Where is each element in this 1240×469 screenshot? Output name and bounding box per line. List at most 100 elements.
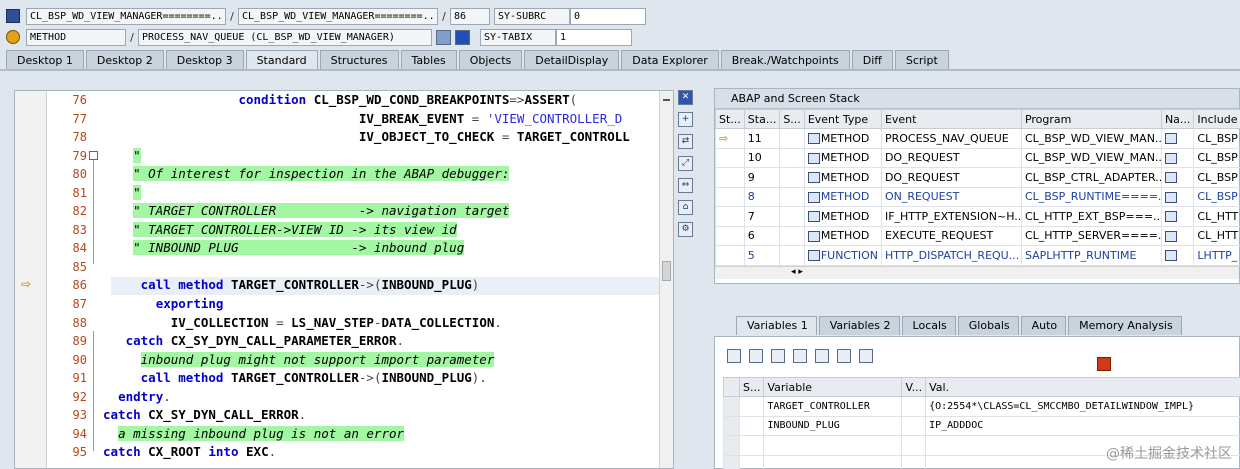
tab-desktop-2[interactable]: Desktop 2 xyxy=(85,50,164,70)
code-line[interactable]: catch CX_SY_DYN_CALL_PARAMETER_ERROR. xyxy=(103,332,659,351)
main-program-field[interactable]: CL_BSP_WD_VIEW_MANAGER========... xyxy=(26,7,226,25)
row-selector[interactable] xyxy=(723,435,740,456)
code-line[interactable]: IV_OBJECT_TO_CHECK = TARGET_CONTROLL xyxy=(103,128,659,147)
tab-script[interactable]: Script xyxy=(894,50,949,70)
stack-program[interactable]: CL_HTTP_SERVER====... xyxy=(1020,225,1162,246)
stack-row[interactable]: 5 FUNCTION HTTP_DISPATCH_REQU... SAPLHTTP_R… xyxy=(715,245,1240,266)
hierarchy-icon[interactable] xyxy=(815,349,829,363)
stack-program[interactable]: SAPLHTTP_RUNTIME xyxy=(1020,245,1162,266)
breakpoint-gutter[interactable]: ⇨ xyxy=(15,91,47,468)
code-line[interactable]: " TARGET CONTROLLER->VIEW ID -> its view… xyxy=(103,221,659,240)
tab-data-explorer[interactable]: Data Explorer xyxy=(621,50,719,70)
source-code-editor[interactable]: ⇨ 76 77 78 79 80 81 82 83 84 85 86 87 88 89 90 91 92 93 94… xyxy=(14,90,674,469)
col-variable[interactable]: Variable xyxy=(763,377,903,397)
col-v[interactable]: V... xyxy=(901,377,927,397)
col-include[interactable]: Include xyxy=(1193,109,1240,129)
navigate-icon[interactable] xyxy=(1164,230,1177,242)
export-icon[interactable] xyxy=(771,349,785,363)
tab-variables-1[interactable]: Variables 1 xyxy=(736,316,817,335)
tab-diff[interactable]: Diff xyxy=(851,50,893,70)
stack-include[interactable]: CL_BSP xyxy=(1193,128,1240,149)
tab-structures[interactable]: Structures xyxy=(319,50,399,70)
tab-desktop-1[interactable]: Desktop 1 xyxy=(6,50,84,70)
tab-detail-display[interactable]: DetailDisplay xyxy=(524,50,620,70)
include-field[interactable]: CL_BSP_WD_VIEW_MANAGER========... xyxy=(238,7,438,25)
code-line[interactable]: catch CX_ROOT into EXC. xyxy=(103,443,659,462)
stack-event[interactable]: DO_REQUEST xyxy=(880,167,1022,188)
code-line[interactable]: " INBOUND PLUG -> inbound plug xyxy=(103,239,659,258)
move-icon[interactable] xyxy=(837,349,851,363)
tab-tables[interactable]: Tables xyxy=(400,50,457,70)
maximize-icon[interactable]: ⤢ xyxy=(678,156,693,171)
stack-row[interactable]: 8 METHOD ON_REQUEST CL_BSP_RUNTIME====... CL… xyxy=(715,186,1240,207)
fold-minus-icon[interactable] xyxy=(89,151,98,160)
tab-memory-analysis[interactable]: Memory Analysis xyxy=(1068,316,1182,335)
navigate-icon[interactable] xyxy=(1164,250,1177,262)
navigate-icon[interactable] xyxy=(1164,172,1177,184)
stack-include[interactable]: CL_BSP xyxy=(1193,147,1240,168)
stack-program[interactable]: CL_BSP_CTRL_ADAPTER... xyxy=(1020,167,1162,188)
navigate-icon[interactable] xyxy=(1164,191,1177,203)
stack-event[interactable]: IF_HTTP_EXTENSION~H... xyxy=(880,206,1022,227)
code-line[interactable]: " TARGET CONTROLLER -> navigation target xyxy=(103,202,659,221)
split-icon[interactable]: ⇔ xyxy=(678,178,693,193)
col-na[interactable]: Na... xyxy=(1160,109,1195,129)
row-selector[interactable] xyxy=(723,396,740,417)
stack-event[interactable]: EXECUTE_REQUEST xyxy=(880,225,1022,246)
sy-tabix-value[interactable]: 1 xyxy=(556,28,632,46)
event-type-field[interactable]: METHOD xyxy=(26,28,126,46)
variable-value[interactable]: IP_ADDDOC xyxy=(925,415,1240,436)
code-line[interactable]: catch CX_SY_DYN_CALL_ERROR. xyxy=(103,406,659,425)
code-area[interactable]: condition CL_BSP_WD_COND_BREAKPOINTS=>AS… xyxy=(103,91,659,468)
stack-program[interactable]: CL_BSP_RUNTIME====... xyxy=(1020,186,1162,207)
stack-row[interactable]: ⇨ 11 METHOD PROCESS_NAV_QUEUE CL_BSP_WD_VIEW… xyxy=(715,128,1240,149)
code-line[interactable]: call method TARGET_CONTROLLER->(INBOUND_… xyxy=(103,369,659,388)
stack-include[interactable]: CL_HTT xyxy=(1193,225,1240,246)
stack-include[interactable]: CL_BSP xyxy=(1193,186,1240,207)
stack-event[interactable]: HTTP_DISPATCH_REQU... xyxy=(880,245,1022,266)
col-st[interactable]: St... xyxy=(715,109,745,129)
stack-include[interactable]: LHTTP_ xyxy=(1193,245,1240,266)
tab-variables-2[interactable]: Variables 2 xyxy=(818,316,900,335)
code-line[interactable]: " Of interest for inspection in the ABAP… xyxy=(103,165,659,184)
variable-name[interactable]: INBOUND_PLUG xyxy=(763,415,903,436)
services-icon[interactable]: ⌂ xyxy=(678,200,693,215)
settings-icon[interactable] xyxy=(859,349,873,363)
settings-icon[interactable]: ⚙ xyxy=(678,222,693,237)
code-line[interactable]: endtry. xyxy=(103,388,659,407)
stack-program[interactable]: CL_BSP_WD_VIEW_MAN... xyxy=(1020,147,1162,168)
code-line[interactable]: condition CL_BSP_WD_COND_BREAKPOINTS=>AS… xyxy=(103,91,659,110)
col-sta[interactable]: Sta... xyxy=(743,109,781,129)
code-line[interactable]: exporting xyxy=(103,295,659,314)
variable-row[interactable]: INBOUND_PLUG IP_ADDDOC xyxy=(723,415,1240,436)
swap-tool-icon[interactable]: ⇄ xyxy=(678,134,693,149)
stack-include[interactable]: CL_BSP xyxy=(1193,167,1240,188)
editor-vertical-scrollbar[interactable] xyxy=(659,91,673,468)
row-selector[interactable] xyxy=(723,454,740,469)
import-icon[interactable] xyxy=(749,349,763,363)
col-value[interactable]: Val. xyxy=(925,377,1240,397)
tab-breakpoints[interactable]: Break./Watchpoints xyxy=(720,50,850,70)
tab-auto[interactable]: Auto xyxy=(1020,316,1067,335)
code-line[interactable]: IV_BREAK_EVENT = 'VIEW_CONTROLLER_D xyxy=(103,110,659,129)
variable-name[interactable] xyxy=(763,454,903,469)
tab-desktop-3[interactable]: Desktop 3 xyxy=(165,50,244,70)
stack-row[interactable]: 9 METHOD DO_REQUEST CL_BSP_CTRL_ADAPTER... C… xyxy=(715,167,1240,188)
navigate-icon[interactable] xyxy=(1164,211,1177,223)
code-line[interactable]: " xyxy=(103,147,659,166)
stack-row[interactable]: 6 METHOD EXECUTE_REQUEST CL_HTTP_SERVER====… xyxy=(715,225,1240,246)
col-s[interactable]: S... xyxy=(738,377,765,397)
variable-name[interactable]: TARGET_CONTROLLER xyxy=(763,396,903,417)
stack-event[interactable]: ON_REQUEST xyxy=(880,186,1022,207)
tab-locals[interactable]: Locals xyxy=(901,316,956,335)
stack-program[interactable]: CL_HTTP_EXT_BSP===... xyxy=(1020,206,1162,227)
code-line[interactable]: IV_COLLECTION = LS_NAV_STEP-DATA_COLLECT… xyxy=(103,314,659,333)
col-event[interactable]: Event xyxy=(880,109,1022,129)
variable-value[interactable]: {O:2554*\CLASS=CL_SMCCMBO_DETAILWINDOW_I… xyxy=(925,396,1240,417)
delete-icon[interactable] xyxy=(727,349,741,363)
code-line[interactable]: inbound plug might not support import pa… xyxy=(103,351,659,370)
code-line[interactable]: " xyxy=(103,184,659,203)
tab-globals[interactable]: Globals xyxy=(957,316,1019,335)
code-line[interactable]: call method TARGET_CONTROLLER->(INBOUND_… xyxy=(103,276,659,295)
col-program[interactable]: Program xyxy=(1020,109,1162,129)
